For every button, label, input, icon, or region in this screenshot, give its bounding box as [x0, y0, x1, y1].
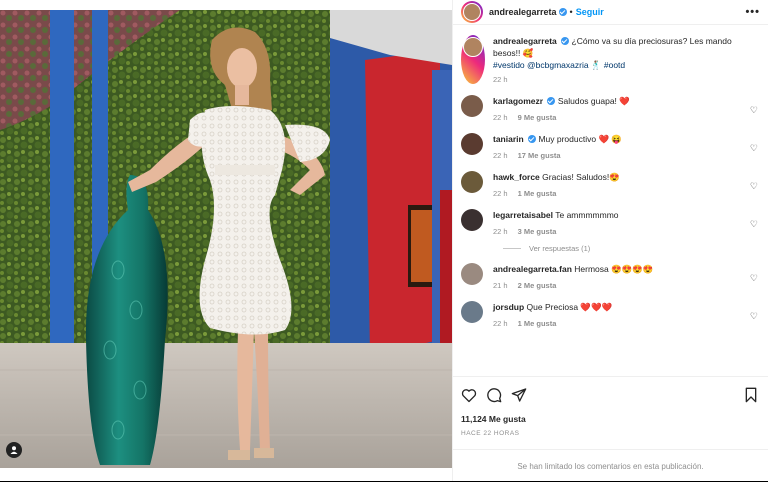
caption-avatar[interactable] — [463, 37, 483, 57]
commenter-username[interactable]: karlagomezr — [493, 96, 543, 106]
post-media — [0, 0, 452, 481]
post-header: andrealegarreta • Seguir ••• — [453, 0, 768, 25]
comment-bubble-icon[interactable] — [486, 387, 502, 403]
comment-text: Gracias! Saludos!😍 — [542, 172, 620, 182]
comment-likes[interactable]: 1 Me gusta — [518, 319, 557, 328]
user-tag-icon[interactable] — [6, 442, 22, 458]
comments-list[interactable]: andrealegarreta ¿Cómo va su día preciosu… — [453, 25, 768, 383]
verified-icon — [558, 8, 567, 16]
comment-likes[interactable]: 9 Me gusta — [518, 113, 557, 122]
author-avatar[interactable] — [463, 3, 481, 21]
caption-time: 22 h — [493, 75, 508, 84]
comment-text: Te ammmmmmo — [555, 210, 619, 220]
comment-text: Hermosa 😍😍😍😍 — [574, 264, 654, 274]
comment-time: 21 h — [493, 281, 508, 290]
comment-likes[interactable]: 3 Me gusta — [518, 227, 557, 236]
post-actions: 11,124 Me gusta HACE 22 HORAS — [453, 376, 768, 437]
comment-likes[interactable]: 1 Me gusta — [518, 189, 557, 198]
comment-time: 22 h — [493, 151, 508, 160]
author-username[interactable]: andrealegarreta — [489, 7, 557, 17]
comment-item: andrealegarreta.fan Hermosa 😍😍😍😍 21 h 2 M… — [461, 263, 760, 290]
like-comment-heart-icon[interactable]: ♡ — [750, 105, 758, 116]
caption-tags[interactable]: #vestido @bcbgmaxazria 🕺🏽 #ootd — [493, 59, 738, 71]
view-replies-button[interactable]: Ver respuestas (1) — [503, 244, 760, 253]
comment-time: 22 h — [493, 319, 508, 328]
separator-dot: • — [569, 7, 573, 17]
comment-item: jorsdup Que Preciosa ❤️❤️❤️ 22 h 1 Me gus… — [461, 301, 760, 328]
follow-button[interactable]: Seguir — [576, 7, 604, 17]
caption: andrealegarreta ¿Cómo va su día preciosu… — [461, 35, 760, 84]
commenter-username[interactable]: hawk_force — [493, 172, 540, 182]
likes-count[interactable]: 11,124 Me gusta — [461, 414, 760, 424]
comment-likes[interactable]: 17 Me gusta — [518, 151, 561, 160]
comment-text: Saludos guapa! ❤️ — [557, 96, 630, 106]
commenter-avatar[interactable] — [461, 95, 483, 117]
post-date[interactable]: HACE 22 HORAS — [461, 430, 760, 437]
comment-time: 22 h — [493, 189, 508, 198]
photo-scene — [0, 10, 452, 468]
comment-likes[interactable]: 2 Me gusta — [518, 281, 557, 290]
save-bookmark-icon[interactable] — [744, 387, 758, 403]
commenter-username[interactable]: taniarin — [493, 134, 524, 144]
commenter-avatar[interactable] — [461, 263, 483, 285]
story-ring[interactable] — [461, 1, 483, 23]
replies-divider — [503, 248, 521, 249]
comment-text: Muy productivo ❤️ 😝 — [538, 134, 622, 144]
caption-username[interactable]: andrealegarreta — [493, 36, 557, 46]
like-comment-heart-icon[interactable]: ♡ — [750, 181, 758, 192]
more-options-icon[interactable]: ••• — [745, 6, 760, 18]
commenter-avatar[interactable] — [461, 133, 483, 155]
commenter-avatar[interactable] — [461, 301, 483, 323]
like-comment-heart-icon[interactable]: ♡ — [750, 311, 758, 322]
commenter-username[interactable]: legarretaisabel — [493, 210, 553, 220]
comment-time: 22 h — [493, 227, 508, 236]
post-side-panel: andrealegarreta • Seguir ••• andrealegar… — [452, 0, 768, 481]
like-comment-heart-icon[interactable]: ♡ — [750, 219, 758, 230]
post-photo[interactable] — [0, 10, 452, 468]
share-send-icon[interactable] — [511, 387, 527, 403]
comment-text: Que Preciosa ❤️❤️❤️ — [526, 302, 613, 312]
comment-item: taniarin Muy productivo ❤️ 😝 22 h 17 Me g… — [461, 133, 760, 160]
like-heart-icon[interactable] — [461, 388, 477, 403]
comment-item: karlagomezr Saludos guapa! ❤️ 22 h 9 Me g… — [461, 95, 760, 122]
comment-item: hawk_force Gracias! Saludos!😍 22 h 1 Me g… — [461, 171, 760, 198]
person-icon — [10, 446, 18, 454]
caption-avatar-ring[interactable] — [461, 35, 485, 84]
verified-icon — [547, 97, 556, 105]
like-comment-heart-icon[interactable]: ♡ — [750, 143, 758, 154]
commenter-username[interactable]: andrealegarreta.fan — [493, 264, 572, 274]
commenter-username[interactable]: jorsdup — [493, 302, 524, 312]
commenter-avatar[interactable] — [461, 171, 483, 193]
verified-icon — [528, 135, 537, 143]
verified-icon — [561, 37, 570, 45]
like-comment-heart-icon[interactable]: ♡ — [750, 273, 758, 284]
comment-time: 22 h — [493, 113, 508, 122]
comment-item: legarretaisabel Te ammmmmmo 22 h 3 Me gus… — [461, 209, 760, 236]
comments-limited-notice: Se han limitado los comentarios en esta … — [453, 449, 768, 482]
view-replies-label: Ver respuestas (1) — [529, 244, 591, 253]
commenter-avatar[interactable] — [461, 209, 483, 231]
